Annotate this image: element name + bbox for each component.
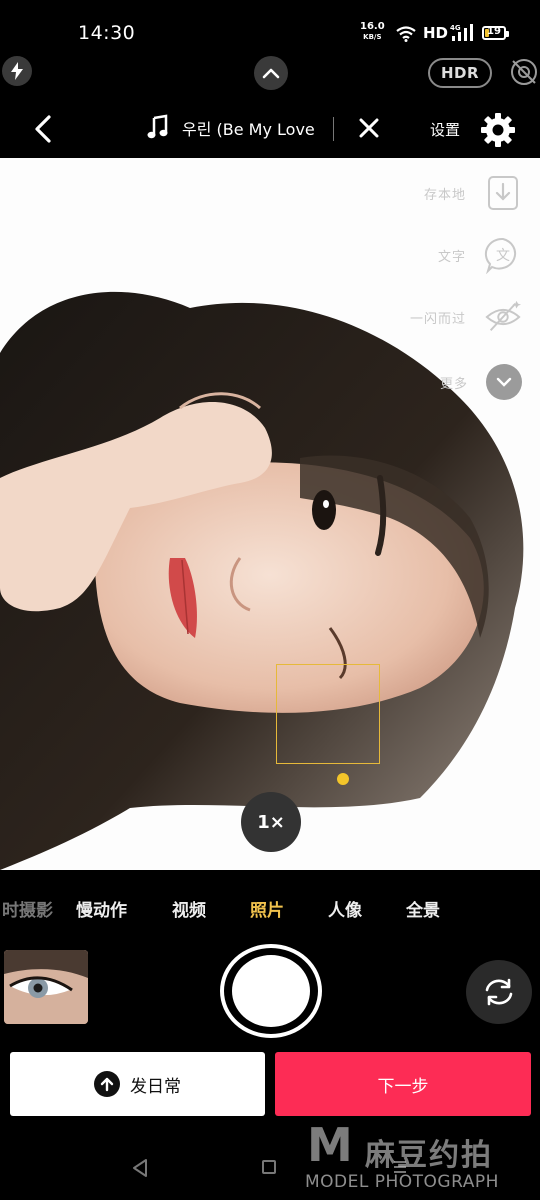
flash-button[interactable] <box>2 56 32 86</box>
settings-button[interactable] <box>478 110 518 150</box>
next-step-button[interactable]: 下一步 <box>275 1052 531 1116</box>
arrow-up-icon <box>94 1071 120 1097</box>
camera-flip-icon <box>485 978 513 1006</box>
chevron-left-icon <box>35 115 51 143</box>
back-button[interactable] <box>28 112 58 146</box>
chevron-down-icon <box>486 364 522 400</box>
post-daily-button[interactable]: 发日常 <box>10 1052 265 1116</box>
mode-slow-motion[interactable]: 慢动作 <box>76 896 127 921</box>
network-speed: 16.0 KB/S <box>360 22 385 42</box>
hd-indicator: HD <box>423 24 449 42</box>
remove-music-button[interactable] <box>358 116 380 140</box>
song-title[interactable]: 우린 (Be My Love)-E <box>182 116 316 140</box>
text-tool[interactable]: 文字 文 <box>438 236 522 274</box>
flash-auto-icon <box>11 62 23 80</box>
mode-selector: 时摄影 慢动作 视频 照片 人像 全景 <box>0 870 540 944</box>
network-speed-value: 16.0 <box>360 21 385 32</box>
exposure-sun-icon[interactable] <box>337 773 349 785</box>
zoom-button[interactable]: 1× <box>241 792 301 852</box>
hdr-toggle[interactable]: HDR <box>428 58 492 88</box>
mode-panorama[interactable]: 全景 <box>406 896 440 921</box>
mode-timelapse[interactable]: 时摄影 <box>2 896 53 921</box>
watermark-cn: 麻豆约拍 <box>365 1138 493 1173</box>
eye-flash-icon <box>484 298 522 336</box>
save-local-tool[interactable]: 存本地 <box>424 174 522 212</box>
shutter-button[interactable] <box>220 944 322 1038</box>
mode-video[interactable]: 视频 <box>172 896 206 921</box>
watermark-logo: M <box>307 1118 353 1172</box>
gear-icon <box>481 113 515 147</box>
text-icon: 文 <box>484 236 522 274</box>
music-note-icon <box>147 114 168 139</box>
focus-frame <box>276 664 380 764</box>
mode-photo[interactable]: 照片 <box>250 896 284 921</box>
watermark-en: MODEL PHOTOGRAPH <box>305 1172 499 1192</box>
header-divider <box>333 117 334 141</box>
beauty-toggle-button[interactable] <box>508 56 540 88</box>
svg-text:文: 文 <box>496 248 510 264</box>
save-local-label: 存本地 <box>423 187 466 203</box>
status-time: 14:30 <box>78 22 136 44</box>
nav-back-icon[interactable] <box>130 1158 150 1178</box>
mode-portrait[interactable]: 人像 <box>328 896 362 921</box>
collapse-controls-button[interactable] <box>254 56 288 90</box>
download-icon <box>484 174 522 212</box>
watermark: M 麻豆约拍 MODEL PHOTOGRAPH <box>305 1114 540 1200</box>
cell-signal-icon: 4G <box>450 24 474 46</box>
battery-icon: 19 <box>482 26 509 40</box>
gallery-thumbnail[interactable] <box>4 950 88 1024</box>
camera-header: 우린 (Be My Love)-E 设置 <box>0 100 540 158</box>
flash-by-tool[interactable]: 一闪而过 <box>410 298 522 336</box>
camera-viewfinder[interactable]: 存本地 文字 文 一闪而过 更多 1× <box>0 158 540 870</box>
post-daily-label: 发日常 <box>130 1076 181 1097</box>
nav-home-icon[interactable] <box>262 1160 276 1174</box>
eye-off-icon <box>511 59 537 85</box>
text-tool-label: 文字 <box>437 249 466 265</box>
settings-label[interactable]: 设置 <box>430 119 460 140</box>
chevron-up-icon <box>262 68 280 79</box>
flash-by-label: 一闪而过 <box>409 311 466 327</box>
signal-type: 4G <box>450 24 461 32</box>
battery-level: 19 <box>487 26 501 37</box>
network-speed-unit: KB/S <box>363 33 382 41</box>
camera-flip-button[interactable] <box>466 960 532 1024</box>
wifi-icon <box>396 26 416 42</box>
more-tools-label: 更多 <box>439 376 468 392</box>
status-bar: 14:30 16.0 KB/S HD 4G 19 <box>0 0 540 56</box>
more-tools[interactable]: 更多 <box>440 364 522 400</box>
